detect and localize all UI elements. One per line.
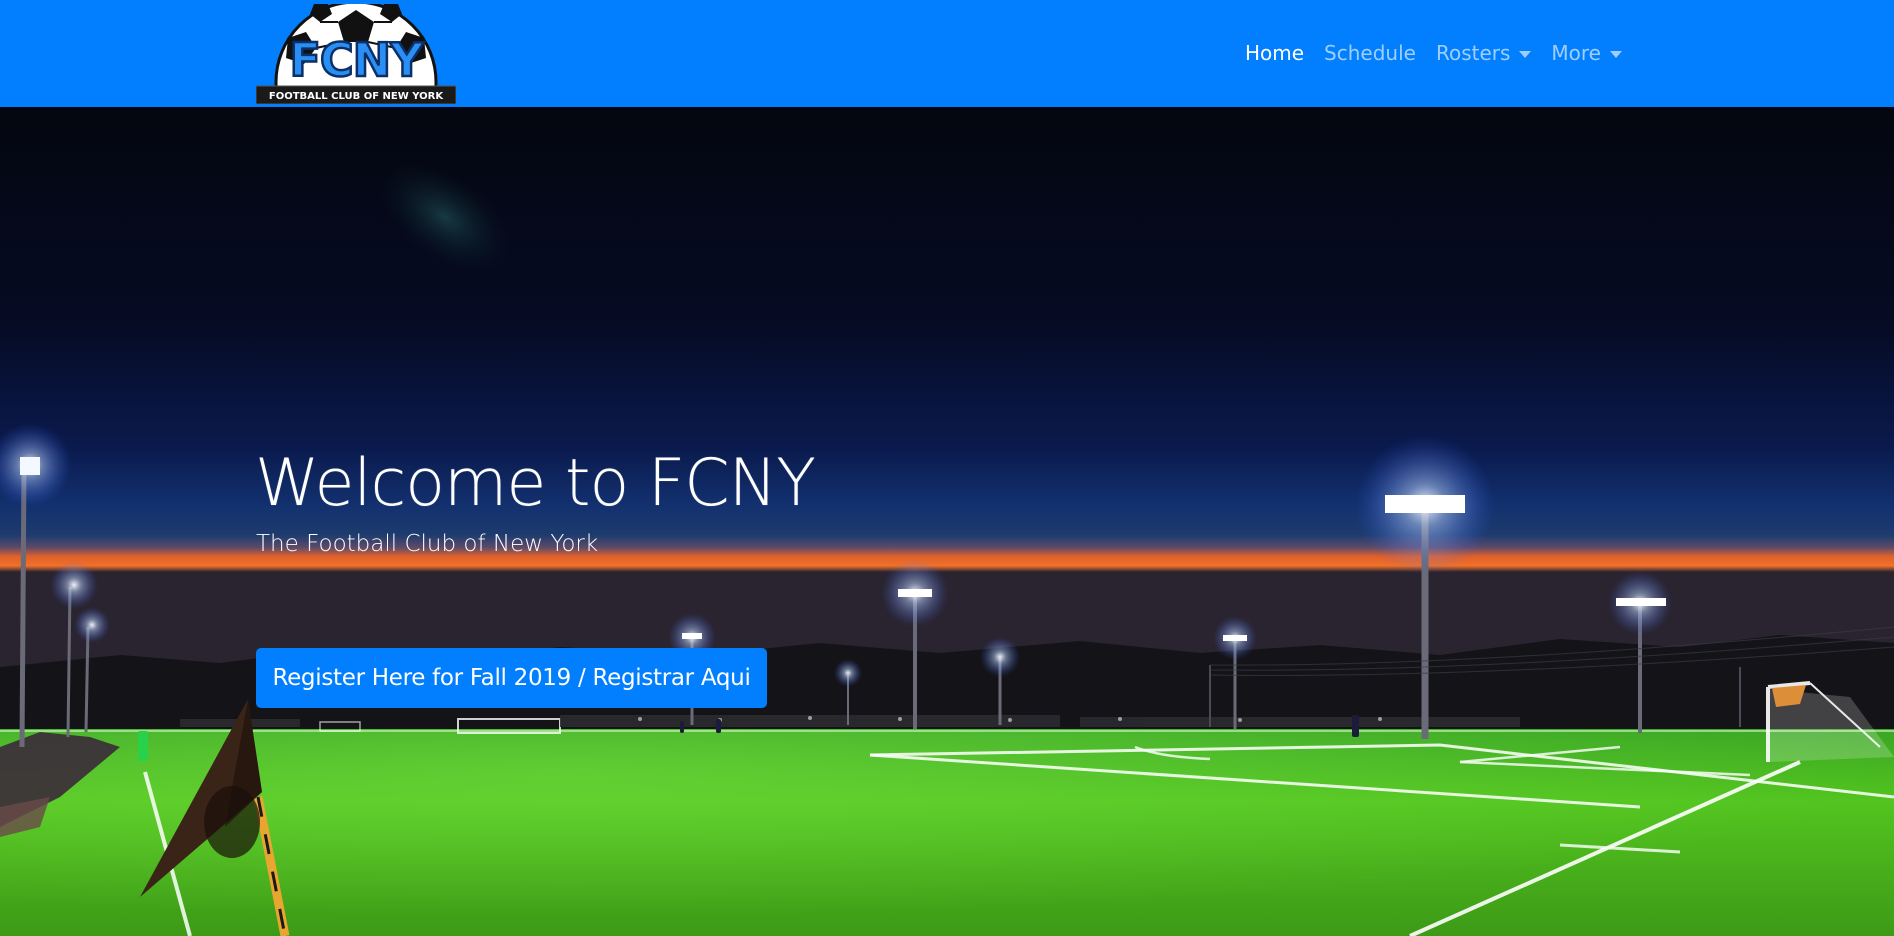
nav-dropdown-rosters[interactable]: Rosters [1426,37,1541,69]
fcny-logo[interactable]: FCNY FOOTBALL CLUB OF NEW YORK [256,4,456,104]
nav-dropdown-more-label: More [1551,41,1601,65]
nav-links: Home Schedule Rosters More [1235,37,1632,69]
nav-link-schedule[interactable]: Schedule [1314,37,1426,69]
nav-link-home[interactable]: Home [1235,37,1314,69]
svg-text:FCNY: FCNY [290,33,425,87]
nav-dropdown-more[interactable]: More [1541,37,1632,69]
caret-down-icon [1610,50,1622,58]
caret-down-icon [1519,50,1532,58]
nav-dropdown-rosters-label: Rosters [1435,41,1511,65]
hero-background-image [0,107,1894,936]
soccer-ball-logo-icon: FCNY FOOTBALL CLUB OF NEW YORK [256,4,456,104]
hero-title: Welcome to FCNY [255,446,816,521]
navbar: FCNY FOOTBALL CLUB OF NEW YORK Home Sche… [0,0,1894,107]
hero-subtitle: The Football Club of New York [256,531,599,557]
hero-section: Welcome to FCNY The Football Club of New… [0,107,1894,936]
svg-text:FOOTBALL CLUB OF NEW YORK: FOOTBALL CLUB OF NEW YORK [269,91,444,102]
register-button[interactable]: Register Here for Fall 2019 / Registrar … [256,648,767,708]
nav-link-schedule-label: Schedule [1324,41,1416,65]
nav-link-home-label: Home [1244,41,1305,65]
